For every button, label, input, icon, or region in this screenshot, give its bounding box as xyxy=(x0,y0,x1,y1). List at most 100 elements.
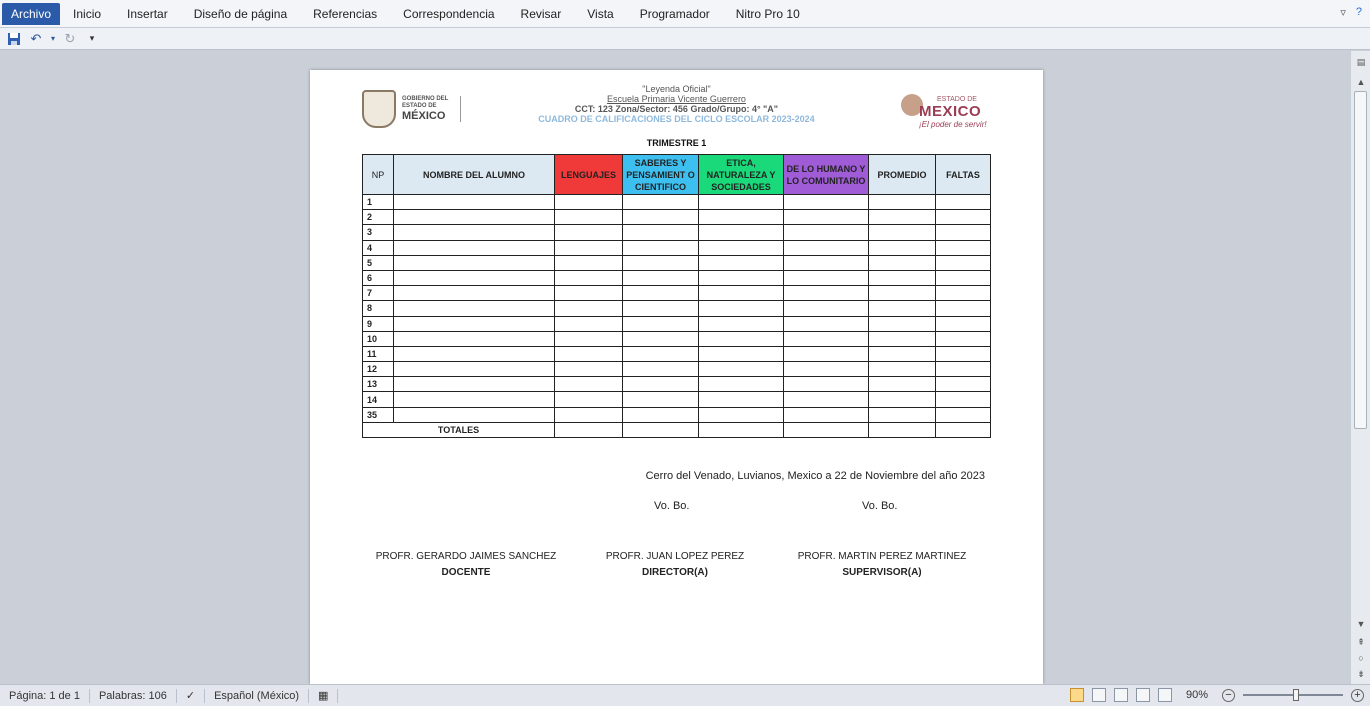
cell-saberes[interactable] xyxy=(622,315,699,332)
cell-faltas[interactable] xyxy=(935,285,991,302)
cell-saberes[interactable] xyxy=(622,330,699,347)
cell-nombre[interactable] xyxy=(393,209,555,226)
vertical-scrollbar[interactable]: ▤ ▲ ▼ ⇞ ○ ⇟ xyxy=(1350,51,1370,684)
proofing-icon[interactable]: ✓ xyxy=(177,688,206,703)
row-np[interactable]: 2 xyxy=(362,209,394,226)
cell-saberes[interactable] xyxy=(622,239,699,256)
tab-diseno-pagina[interactable]: Diseño de página xyxy=(181,3,300,25)
tab-programador[interactable]: Programador xyxy=(627,3,723,25)
row-np[interactable]: 9 xyxy=(362,315,394,332)
cell-nombre[interactable] xyxy=(393,330,555,347)
cell-nombre[interactable] xyxy=(393,406,555,423)
cell-saberes[interactable] xyxy=(622,285,699,302)
cell-faltas[interactable] xyxy=(935,361,991,378)
cell-faltas[interactable] xyxy=(935,406,991,423)
cell-lenguajes[interactable] xyxy=(554,224,623,241)
row-np[interactable]: 10 xyxy=(362,330,394,347)
cell-saberes[interactable] xyxy=(622,209,699,226)
cell-lenguajes[interactable] xyxy=(554,315,623,332)
cell-etica[interactable] xyxy=(698,269,784,287)
cell-humano[interactable] xyxy=(783,224,869,241)
cell-nombre[interactable] xyxy=(393,224,555,241)
zoom-slider[interactable] xyxy=(1243,689,1343,701)
cell-saberes[interactable] xyxy=(622,300,699,317)
total-faltas[interactable] xyxy=(935,421,991,439)
cell-etica[interactable] xyxy=(698,224,784,241)
cell-promedio[interactable] xyxy=(868,406,936,423)
row-np[interactable]: 6 xyxy=(362,269,394,287)
cell-nombre[interactable] xyxy=(393,315,555,332)
cell-lenguajes[interactable] xyxy=(554,376,623,393)
cell-promedio[interactable] xyxy=(868,209,936,226)
tab-referencias[interactable]: Referencias xyxy=(300,3,390,25)
cell-humano[interactable] xyxy=(783,300,869,317)
cell-nombre[interactable] xyxy=(393,193,555,211)
cell-promedio[interactable] xyxy=(868,330,936,347)
header-faltas[interactable]: FALTAS xyxy=(935,154,991,195)
cell-saberes[interactable] xyxy=(622,254,699,271)
browse-object-icon[interactable]: ○ xyxy=(1351,651,1370,665)
draft-view-icon[interactable] xyxy=(1157,688,1172,702)
macro-record-icon[interactable]: ▦ xyxy=(309,688,339,703)
cell-promedio[interactable] xyxy=(868,361,936,378)
cell-promedio[interactable] xyxy=(868,285,936,302)
cell-humano[interactable] xyxy=(783,315,869,332)
cell-etica[interactable] xyxy=(698,345,784,363)
header-lenguajes[interactable]: LENGUAJES xyxy=(554,154,623,195)
save-icon[interactable] xyxy=(6,31,22,47)
header-nombre[interactable]: NOMBRE DEL ALUMNO xyxy=(393,154,555,195)
cell-nombre[interactable] xyxy=(393,391,555,408)
cell-etica[interactable] xyxy=(698,406,784,423)
redo-icon[interactable]: ↻ xyxy=(62,31,78,47)
cell-humano[interactable] xyxy=(783,330,869,347)
language-indicator[interactable]: Español (México) xyxy=(205,688,310,703)
cell-nombre[interactable] xyxy=(393,254,555,271)
row-np[interactable]: 4 xyxy=(362,239,394,256)
cell-saberes[interactable] xyxy=(622,224,699,241)
outline-view-icon[interactable] xyxy=(1135,688,1150,702)
tab-vista[interactable]: Vista xyxy=(574,3,626,25)
print-layout-view-icon[interactable] xyxy=(1069,688,1084,702)
cell-lenguajes[interactable] xyxy=(554,391,623,408)
cell-saberes[interactable] xyxy=(622,361,699,378)
total-saberes[interactable] xyxy=(622,421,699,439)
cell-saberes[interactable] xyxy=(622,193,699,211)
total-lenguajes[interactable] xyxy=(554,421,623,439)
undo-dropdown-icon[interactable]: ▾ xyxy=(50,31,56,47)
cell-etica[interactable] xyxy=(698,239,784,256)
cell-faltas[interactable] xyxy=(935,391,991,408)
zoom-in-icon[interactable]: + xyxy=(1351,688,1364,702)
cell-humano[interactable] xyxy=(783,345,869,363)
cell-humano[interactable] xyxy=(783,269,869,287)
cell-etica[interactable] xyxy=(698,330,784,347)
cell-promedio[interactable] xyxy=(868,345,936,363)
cell-promedio[interactable] xyxy=(868,391,936,408)
cell-lenguajes[interactable] xyxy=(554,361,623,378)
cell-nombre[interactable] xyxy=(393,376,555,393)
cell-etica[interactable] xyxy=(698,391,784,408)
cell-etica[interactable] xyxy=(698,254,784,271)
tab-correspondencia[interactable]: Correspondencia xyxy=(390,3,507,25)
cell-faltas[interactable] xyxy=(935,209,991,226)
row-np[interactable]: 35 xyxy=(362,406,394,423)
next-page-icon[interactable]: ⇟ xyxy=(1351,667,1370,681)
cell-lenguajes[interactable] xyxy=(554,239,623,256)
previous-page-icon[interactable]: ⇞ xyxy=(1351,635,1370,649)
cell-nombre[interactable] xyxy=(393,285,555,302)
cell-lenguajes[interactable] xyxy=(554,300,623,317)
tab-archivo[interactable]: Archivo xyxy=(2,2,61,25)
cell-saberes[interactable] xyxy=(622,406,699,423)
cell-faltas[interactable] xyxy=(935,239,991,256)
scroll-up-icon[interactable]: ▲ xyxy=(1351,75,1370,89)
cell-faltas[interactable] xyxy=(935,269,991,287)
cell-faltas[interactable] xyxy=(935,330,991,347)
cell-etica[interactable] xyxy=(698,209,784,226)
cell-promedio[interactable] xyxy=(868,376,936,393)
total-humano[interactable] xyxy=(783,421,869,439)
cell-etica[interactable] xyxy=(698,361,784,378)
web-layout-icon[interactable] xyxy=(1113,688,1128,702)
customize-dropdown-icon[interactable]: ▾ xyxy=(84,31,100,47)
total-etica[interactable] xyxy=(698,421,784,439)
cell-promedio[interactable] xyxy=(868,254,936,271)
row-np[interactable]: 11 xyxy=(362,345,394,363)
